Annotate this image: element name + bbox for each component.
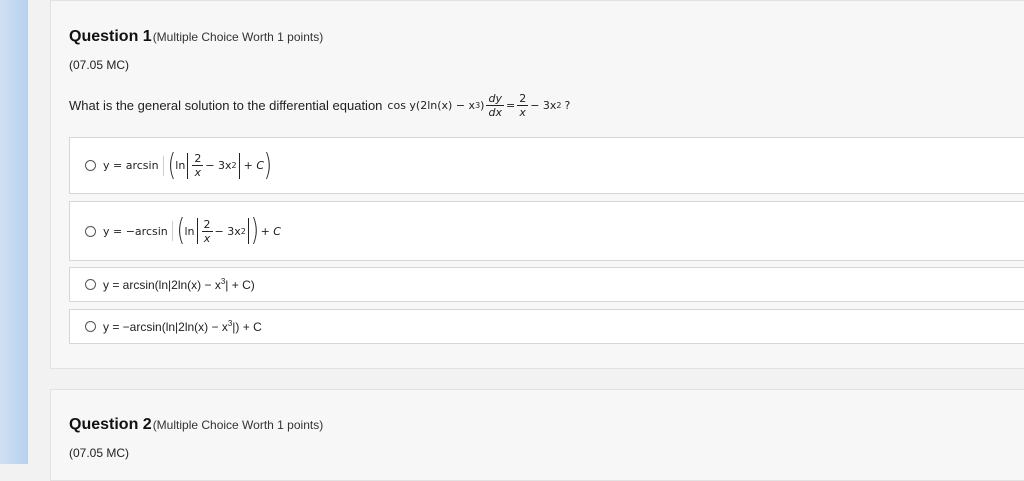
- eq-lhs-close: ): [480, 99, 485, 112]
- question-2-card: Question 2(Multiple Choice Worth 1 point…: [50, 389, 1024, 481]
- eq-lhs: cos y(2ln(x) − x: [387, 99, 476, 112]
- two-over-x-fraction: 2 x: [517, 92, 529, 119]
- question-worth: (Multiple Choice Worth 1 points): [152, 30, 324, 44]
- divider: [162, 155, 164, 176]
- fraction-numerator: 2: [201, 217, 213, 232]
- dx: dx: [488, 106, 502, 119]
- differential-equation: cos y(2ln(x) − x 3) dy dx = 2 x − 3x 2 ?: [387, 93, 570, 118]
- radio-button-d[interactable]: [85, 321, 96, 332]
- ln-text: ln: [175, 159, 186, 172]
- left-paren: (: [176, 213, 185, 248]
- radio-button-a[interactable]: [85, 160, 96, 171]
- ln-text: ln: [184, 224, 195, 238]
- eq-exponent: 2: [556, 101, 562, 110]
- left-paren: (: [167, 147, 176, 183]
- option-minus-3x: − 3x: [214, 224, 241, 238]
- option-exponent: 2: [240, 226, 246, 236]
- radio-button-c[interactable]: [85, 279, 96, 290]
- abs-bar-left: [196, 218, 198, 244]
- fraction-numerator: 2: [192, 152, 204, 166]
- option-text-a: y = −arcsin(ln|2ln(x) − x: [103, 320, 228, 334]
- option-fraction: 2 x: [201, 217, 213, 245]
- right-paren: ): [250, 213, 259, 248]
- dy: dy: [486, 92, 504, 106]
- answer-option-a[interactable]: y = arcsin ( ln 2 x − 3x 2 + C ): [69, 137, 1024, 194]
- abs-bar-left: [187, 152, 189, 179]
- answer-option-b[interactable]: y = −arcsin ( ln 2 x − 3x 2 ) + C: [69, 201, 1024, 261]
- divider: [171, 221, 173, 241]
- question-worth: (Multiple Choice Worth 1 points): [152, 418, 324, 432]
- option-plus-c: + C: [243, 159, 265, 172]
- option-c-expression: y = arcsin(ln|2ln(x) − x3| + C): [103, 277, 255, 292]
- question-1-title: Question 1(Multiple Choice Worth 1 point…: [69, 28, 323, 46]
- question-1-card: Question 1(Multiple Choice Worth 1 point…: [50, 0, 1024, 369]
- fraction-numerator: 2: [517, 92, 529, 106]
- option-plus-c: + C: [260, 224, 281, 238]
- question-mark: ?: [564, 99, 571, 112]
- option-text-a: y = arcsin(ln|2ln(x) − x: [103, 278, 221, 292]
- answer-option-d[interactable]: y = −arcsin(ln|2ln(x) − x3|) + C: [69, 309, 1024, 344]
- radio-button-b[interactable]: [85, 225, 96, 237]
- option-d-expression: y = −arcsin(ln|2ln(x) − x3|) + C: [103, 319, 262, 334]
- dy-dx-fraction: dy dx: [486, 93, 504, 118]
- right-paren: ): [263, 147, 273, 183]
- abs-bar-right: [238, 152, 240, 179]
- option-lhs: y = arcsin: [103, 159, 159, 172]
- option-fraction: 2 x: [192, 152, 204, 179]
- fraction-denominator: x: [194, 166, 202, 179]
- fraction-denominator: x: [203, 231, 211, 245]
- question-code: (07.05 MC): [69, 58, 130, 72]
- equals-sign: =: [505, 99, 516, 112]
- option-b-expression: y = −arcsin ( ln 2 x − 3x 2 ) + C: [103, 216, 281, 246]
- abs-bar-right: [247, 218, 249, 244]
- left-sidebar-strip: [0, 0, 28, 464]
- fraction-denominator: x: [519, 106, 526, 119]
- option-exponent: 2: [231, 161, 237, 170]
- option-a-expression: y = arcsin ( ln 2 x − 3x 2 + C ): [103, 147, 273, 183]
- prompt-text: What is the general solution to the diff…: [69, 98, 383, 113]
- question-code: (07.05 MC): [69, 446, 130, 460]
- eq-minus-3x: − 3x: [530, 99, 557, 112]
- question-title-text: Question 1: [69, 28, 152, 45]
- option-text-b: | + C): [225, 278, 255, 292]
- option-minus-3x: − 3x: [205, 159, 232, 172]
- option-text-b: |) + C: [232, 320, 262, 334]
- answer-option-c[interactable]: y = arcsin(ln|2ln(x) − x3| + C): [69, 267, 1024, 302]
- option-lhs: y = −arcsin: [103, 224, 168, 238]
- question-prompt: What is the general solution to the diff…: [69, 93, 570, 118]
- question-title-text: Question 2: [69, 416, 152, 433]
- question-2-title: Question 2(Multiple Choice Worth 1 point…: [69, 416, 323, 434]
